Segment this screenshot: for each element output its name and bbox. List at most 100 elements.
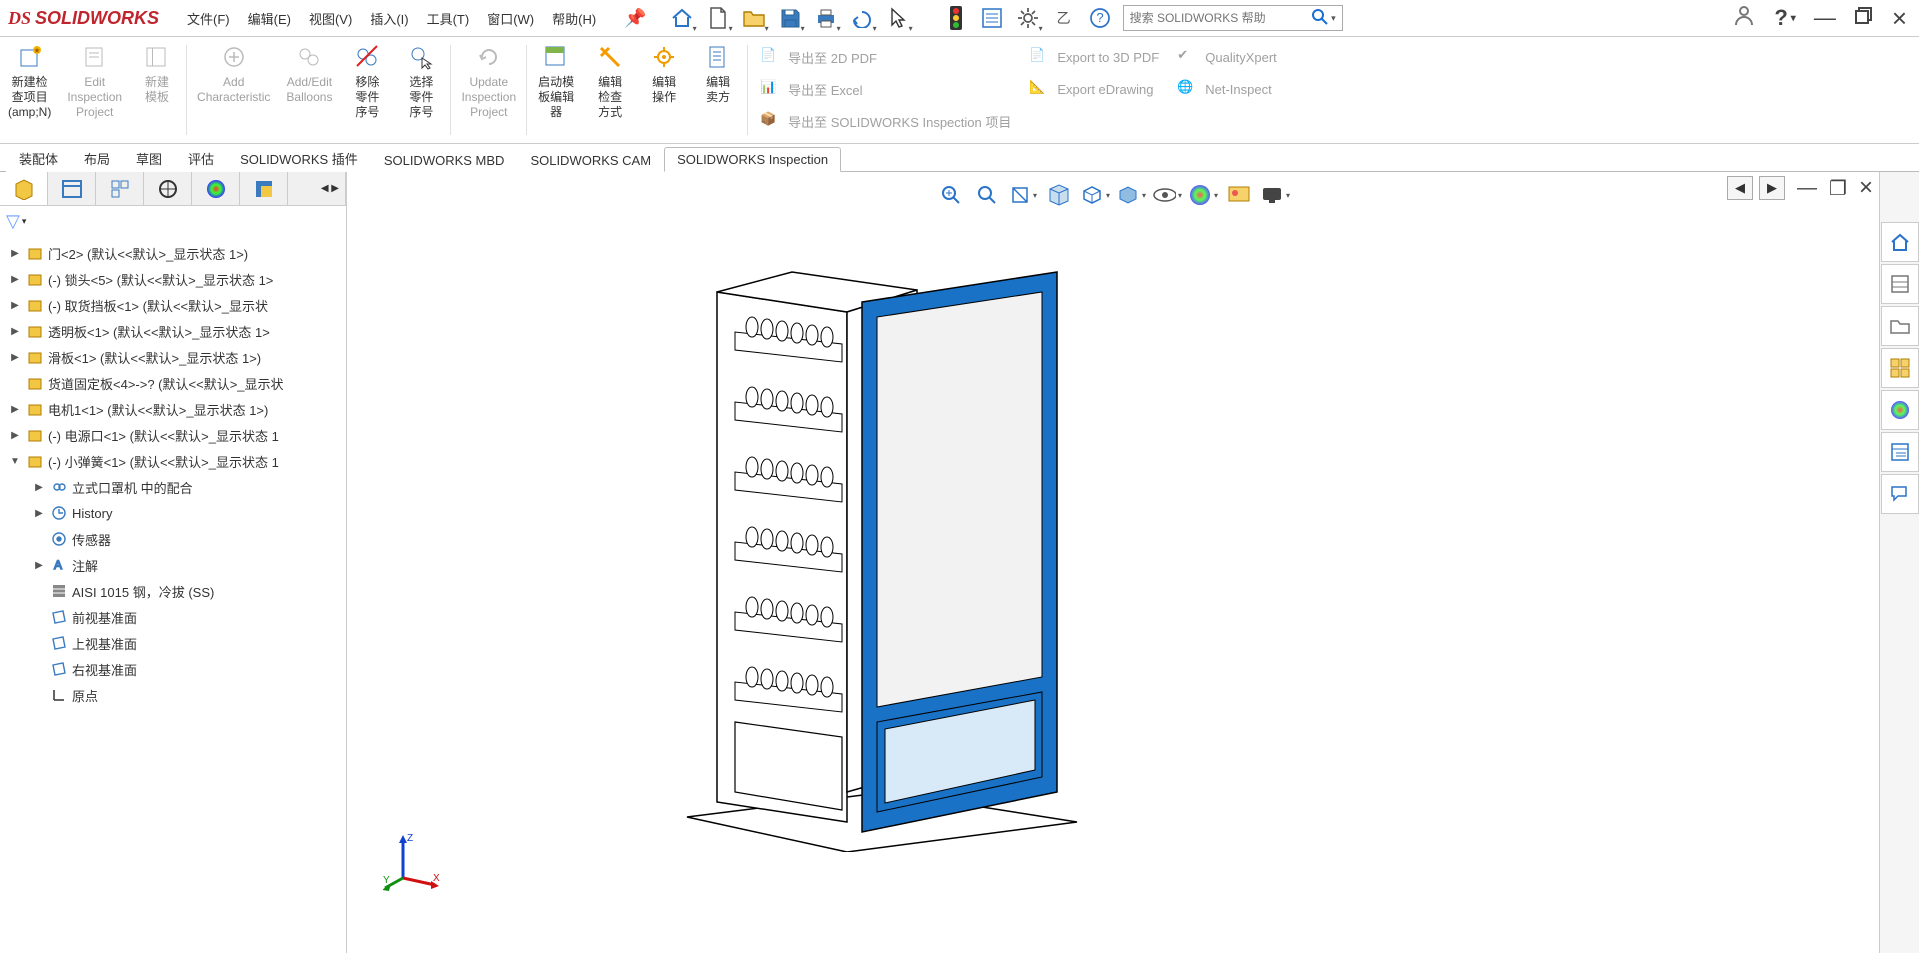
graphics-viewport[interactable]: ◀ ▶ — ❐ × — [347, 172, 1879, 953]
undo-button[interactable] — [845, 1, 879, 35]
tree-subitem[interactable]: ▶History — [4, 500, 346, 526]
tree-item[interactable]: ▶透明板<1> (默认<<默认>_显示状态 1> — [4, 318, 346, 344]
menu-insert[interactable]: 插入(I) — [370, 9, 408, 28]
tree-item[interactable]: ▶(-) 锁头<5> (默认<<默认>_显示状态 1> — [4, 266, 346, 292]
tab-sw-inspection[interactable]: SOLIDWORKS Inspection — [664, 147, 841, 172]
search-icon[interactable] — [1311, 8, 1329, 29]
new-doc-button[interactable] — [701, 1, 735, 35]
export-2d-pdf[interactable]: 📄导出至 2D PDF — [760, 41, 1029, 73]
feature-tree-filter[interactable]: ▽ ▾ — [0, 206, 346, 236]
tree-item[interactable]: ▶(-) 电源口<1> (默认<<默认>_显示状态 1 — [4, 422, 346, 448]
tree-subitem[interactable]: ▶右视基准面 — [4, 656, 346, 682]
minimize-button[interactable]: — — [1814, 5, 1836, 31]
orientation-triad[interactable]: Z X Y — [383, 833, 443, 893]
open-doc-button[interactable] — [737, 1, 771, 35]
tree-subitem[interactable]: ▶立式口罩机 中的配合 — [4, 474, 346, 500]
expand-arrow-icon[interactable]: ▼ — [8, 456, 22, 467]
traffic-light-icon[interactable] — [939, 1, 973, 35]
tree-subitem[interactable]: ▶AISI 1015 钢，冷拔 (SS) — [4, 578, 346, 604]
export-swi-project[interactable]: 📦导出至 SOLIDWORKS Inspection 项目 — [760, 105, 1029, 137]
view-orientation-button[interactable] — [1080, 180, 1110, 210]
save-button[interactable] — [773, 1, 807, 35]
hide-show-button[interactable] — [1152, 180, 1182, 210]
help-search-info-icon[interactable]: ? — [1083, 1, 1117, 35]
zoom-fit-button[interactable] — [936, 180, 966, 210]
expand-arrow-icon[interactable]: ▶ — [8, 352, 22, 363]
next-doc-button[interactable]: ▶ — [1759, 176, 1785, 200]
tab-layout[interactable]: 布局 — [71, 144, 123, 172]
expand-arrow-icon[interactable]: ▶ — [8, 300, 22, 311]
fm-tab-display[interactable] — [192, 172, 240, 205]
net-inspect[interactable]: 🌐Net-Inspect — [1177, 73, 1295, 105]
print-button[interactable] — [809, 1, 843, 35]
tab-sketch[interactable]: 草图 — [123, 144, 175, 172]
pin-icon[interactable]: 📌 — [624, 8, 646, 29]
tree-item[interactable]: ▶货道固定板<4>->? (默认<<默认>_显示状 — [4, 370, 346, 396]
ribbon-new-template[interactable]: 新建 模板 — [130, 37, 184, 143]
tree-item[interactable]: ▶滑板<1> (默认<<默认>_显示状态 1>) — [4, 344, 346, 370]
expand-arrow-icon[interactable]: ▶ — [8, 430, 22, 441]
ribbon-select-balloon-sn[interactable]: 选择 零件 序号 — [394, 37, 448, 143]
expand-arrow-icon[interactable]: ▶ — [32, 482, 46, 493]
ribbon-edit-operation[interactable]: 编辑 操作 — [637, 37, 691, 143]
ribbon-edit-inspection-project[interactable]: Edit Inspection Project — [59, 37, 130, 143]
zoom-area-button[interactable] — [972, 180, 1002, 210]
select-button[interactable] — [881, 1, 915, 35]
help-dropdown[interactable]: ? ▾ — [1774, 5, 1795, 31]
tree-item[interactable]: ▼(-) 小弹簧<1> (默认<<默认>_显示状态 1 — [4, 448, 346, 474]
doc-minimize-button[interactable]: — — [1797, 177, 1817, 200]
export-edrawing[interactable]: 📐Export eDrawing — [1029, 73, 1177, 105]
taskpane-home[interactable] — [1881, 222, 1919, 262]
ruler-icon[interactable]: 乙 — [1047, 1, 1081, 35]
menu-help[interactable]: 帮助(H) — [552, 9, 596, 28]
tree-subitem[interactable]: ▶原点 — [4, 682, 346, 708]
tree-subitem[interactable]: ▶传感器 — [4, 526, 346, 552]
export-3d-pdf[interactable]: 📄Export to 3D PDF — [1029, 41, 1177, 73]
tab-sw-mbd[interactable]: SOLIDWORKS MBD — [371, 148, 518, 172]
user-icon[interactable] — [1732, 3, 1756, 33]
expand-arrow-icon[interactable]: ▶ — [32, 508, 46, 519]
tree-subitem[interactable]: ▶前视基准面 — [4, 604, 346, 630]
tab-assembly[interactable]: 装配体 — [6, 144, 71, 172]
qualityxpert[interactable]: ✔QualityXpert — [1177, 41, 1295, 73]
taskpane-file-explorer[interactable] — [1881, 306, 1919, 346]
ribbon-add-edit-balloons[interactable]: Add/Edit Balloons — [278, 37, 340, 143]
options-gear-button[interactable] — [1011, 1, 1045, 35]
ribbon-edit-inspection-method[interactable]: 编辑 检查 方式 — [583, 37, 637, 143]
fm-tab-tree[interactable] — [0, 172, 48, 205]
expand-arrow-icon[interactable]: ▶ — [8, 326, 22, 337]
menu-tools[interactable]: 工具(T) — [427, 9, 470, 28]
ribbon-add-characteristic[interactable]: Add Characteristic — [189, 37, 278, 143]
menu-view[interactable]: 视图(V) — [309, 9, 352, 28]
expand-arrow-icon[interactable]: ▶ — [8, 248, 22, 259]
close-button[interactable]: × — [1892, 3, 1907, 34]
taskpane-forum[interactable] — [1881, 474, 1919, 514]
ribbon-launch-template-editor[interactable]: 启动模 板编辑 器 — [529, 37, 583, 143]
prev-doc-button[interactable]: ◀ — [1727, 176, 1753, 200]
edit-appearance-button[interactable] — [1188, 180, 1218, 210]
fm-tab-property[interactable] — [48, 172, 96, 205]
ribbon-edit-vendor[interactable]: 编辑 卖方 — [691, 37, 745, 143]
expand-arrow-icon[interactable]: ▶ — [32, 560, 46, 571]
doc-close-button[interactable]: × — [1859, 174, 1873, 202]
taskpane-custom-props[interactable] — [1881, 432, 1919, 472]
restore-button[interactable] — [1854, 5, 1874, 31]
tab-sw-cam[interactable]: SOLIDWORKS CAM — [517, 148, 664, 172]
taskpane-design-library[interactable] — [1881, 264, 1919, 304]
tree-item[interactable]: ▶电机1<1> (默认<<默认>_显示状态 1>) — [4, 396, 346, 422]
help-search-input[interactable] — [1130, 11, 1311, 25]
fm-tab-dimxpert[interactable] — [144, 172, 192, 205]
tree-item[interactable]: ▶门<2> (默认<<默认>_显示状态 1>) — [4, 240, 346, 266]
ribbon-remove-balloon-sn[interactable]: 移除 零件 序号 — [340, 37, 394, 143]
fm-tab-more[interactable]: ◀ ▶ — [288, 172, 346, 205]
ribbon-update-inspection[interactable]: Update Inspection Project — [453, 37, 524, 143]
tree-subitem[interactable]: ▶A注解 — [4, 552, 346, 578]
export-excel[interactable]: 📊导出至 Excel — [760, 73, 1029, 105]
expand-arrow-icon[interactable]: ▶ — [8, 274, 22, 285]
menu-window[interactable]: 窗口(W) — [487, 9, 534, 28]
previous-view-button[interactable] — [1008, 180, 1038, 210]
tab-sw-addins[interactable]: SOLIDWORKS 插件 — [227, 144, 371, 172]
taskpane-appearances[interactable] — [1881, 390, 1919, 430]
menu-file[interactable]: 文件(F) — [187, 9, 230, 28]
home-button[interactable] — [665, 1, 699, 35]
